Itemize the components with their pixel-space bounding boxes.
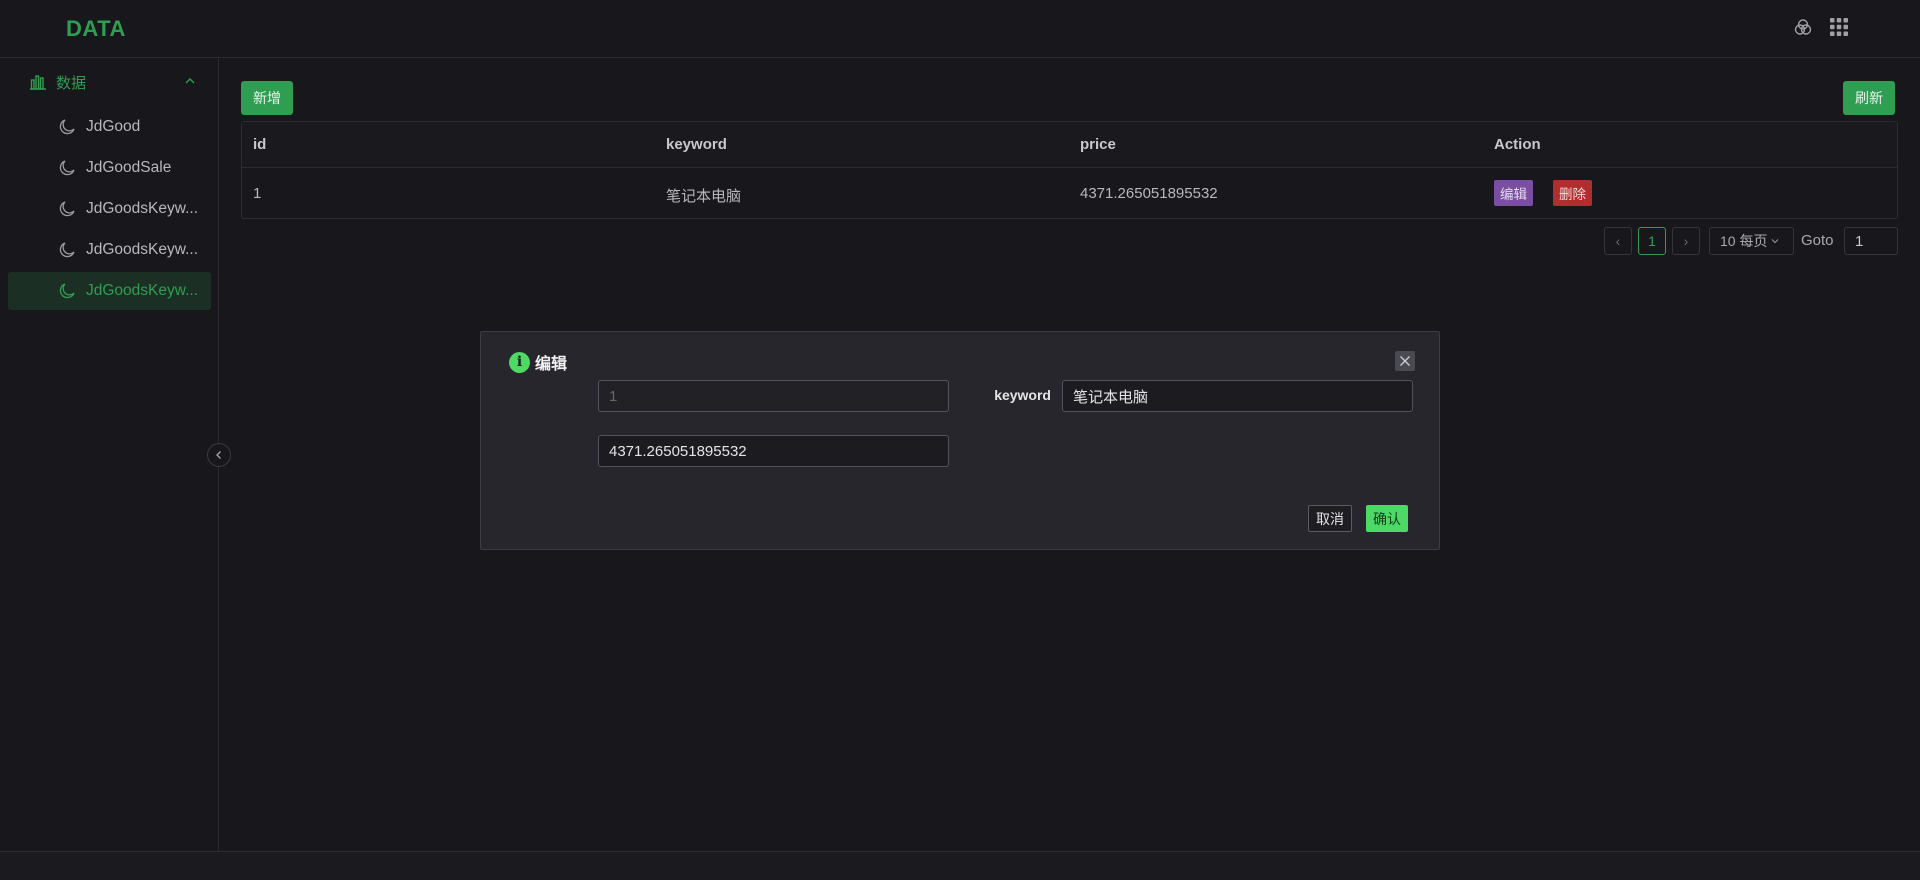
column-header-id: id bbox=[253, 136, 267, 153]
chevron-down-icon bbox=[1772, 239, 1779, 244]
app-logo[interactable]: DATA bbox=[66, 16, 126, 42]
field-label-keyword: keyword bbox=[994, 387, 1051, 403]
sidebar-item-jdgood[interactable]: JdGood bbox=[8, 108, 211, 146]
confirm-button[interactable]: 确认 bbox=[1366, 505, 1408, 532]
modal-title-text: 编辑 bbox=[535, 356, 568, 373]
keyword-field[interactable] bbox=[1062, 380, 1413, 412]
footer bbox=[0, 851, 1920, 880]
add-button[interactable]: 新增 bbox=[241, 81, 293, 115]
table-header bbox=[242, 122, 1897, 168]
sidebar-item-label: JdGood bbox=[86, 118, 141, 135]
moon-icon bbox=[59, 283, 75, 299]
moon-icon bbox=[59, 119, 75, 135]
modal-close-button[interactable] bbox=[1395, 351, 1415, 371]
column-header-action: Action bbox=[1494, 136, 1541, 153]
pagination-prev-button[interactable]: ‹ bbox=[1604, 227, 1632, 255]
cell-keyword: 笔记本电脑 bbox=[666, 188, 742, 205]
goto-input[interactable] bbox=[1844, 227, 1898, 255]
sidebar-item-label: JdGoodSale bbox=[86, 159, 172, 176]
column-header-price: price bbox=[1080, 136, 1116, 153]
goto-label: Goto bbox=[1801, 232, 1834, 249]
page-size-value: 10 每页 bbox=[1720, 233, 1768, 249]
refresh-button[interactable]: 刷新 bbox=[1843, 81, 1895, 115]
chevron-up-icon bbox=[185, 78, 195, 84]
modal-title: i 编辑 bbox=[509, 350, 567, 374]
price-field[interactable] bbox=[598, 435, 949, 467]
moon-icon bbox=[59, 201, 75, 217]
sidebar-item-label: JdGoodsKeyw... bbox=[86, 282, 199, 299]
apps-grid-icon[interactable] bbox=[1828, 16, 1850, 38]
sidebar-item-jdgoodskeyword-1[interactable]: JdGoodsKeyw... bbox=[8, 190, 211, 228]
pagination-page-1[interactable]: 1 bbox=[1638, 227, 1666, 255]
close-icon bbox=[1400, 356, 1410, 366]
id-field[interactable] bbox=[598, 380, 949, 412]
sidebar-collapse-button[interactable] bbox=[207, 443, 231, 467]
header-actions bbox=[1792, 16, 1850, 38]
app-header: DATA bbox=[0, 0, 1920, 58]
cell-id: 1 bbox=[253, 185, 262, 202]
theme-icon[interactable] bbox=[1792, 16, 1814, 38]
column-header-keyword: keyword bbox=[666, 136, 727, 153]
sidebar-item-label: JdGoodsKeyw... bbox=[86, 200, 199, 217]
page-size-select[interactable]: 10 每页 bbox=[1709, 227, 1794, 255]
bar-chart-icon bbox=[30, 75, 46, 90]
sidebar-item-label: JdGoodsKeyw... bbox=[86, 241, 199, 258]
sidebar-item-jdgoodsale[interactable]: JdGoodSale bbox=[8, 149, 211, 187]
sidebar-item-jdgoodskeyword-3[interactable]: JdGoodsKeyw... bbox=[8, 272, 211, 310]
row-edit-button[interactable]: 编辑 bbox=[1494, 180, 1533, 206]
data-table bbox=[241, 121, 1898, 219]
row-delete-button[interactable]: 删除 bbox=[1553, 180, 1592, 206]
chevron-left-icon bbox=[216, 451, 221, 459]
info-icon: i bbox=[509, 351, 530, 373]
moon-icon bbox=[59, 242, 75, 258]
sidebar-group-label: 数据 bbox=[56, 74, 87, 92]
sidebar: 数据 JdGood JdGoodSale JdGoodsKeyw... JdGo… bbox=[0, 59, 219, 851]
cancel-button[interactable]: 取消 bbox=[1308, 505, 1352, 532]
edit-modal: i 编辑 id keyword price 取消 确认 bbox=[480, 331, 1440, 550]
cell-price: 4371.265051895532 bbox=[1080, 185, 1218, 202]
sidebar-item-jdgoodskeyword-2[interactable]: JdGoodsKeyw... bbox=[8, 231, 211, 269]
moon-icon bbox=[59, 160, 75, 176]
pagination-next-button[interactable]: › bbox=[1672, 227, 1700, 255]
sidebar-group-data[interactable]: 数据 bbox=[0, 59, 218, 105]
